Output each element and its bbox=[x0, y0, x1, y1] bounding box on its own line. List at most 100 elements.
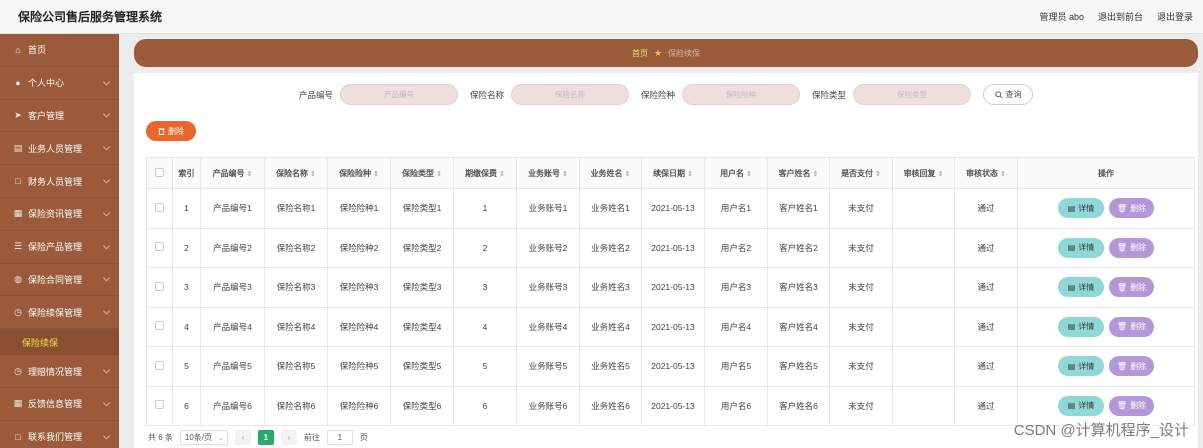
column-header[interactable]: 保险险种 ⇕ bbox=[327, 157, 391, 189]
sidebar-item-items5[interactable]: ▦ 保险资讯管理 bbox=[0, 198, 119, 231]
sort-icon[interactable]: ⇕ bbox=[436, 171, 442, 178]
chevron-down-icon: ⌄ bbox=[218, 434, 224, 442]
sidebar-item-label: 理赔情况管理 bbox=[28, 366, 83, 377]
next-page-button[interactable]: › bbox=[280, 430, 297, 445]
sort-icon[interactable]: ⇕ bbox=[875, 171, 881, 178]
exit-to-front-link[interactable]: 退出到前台 bbox=[1098, 10, 1143, 23]
column-header[interactable]: 客户姓名 ⇕ bbox=[767, 157, 830, 189]
batch-delete-button[interactable]: 删除 bbox=[146, 121, 196, 141]
table-row: 2 产品编号2 保险名称2 保险险种2 保险类型2 2 业务账号2 业务姓名2 2021-05-… bbox=[146, 227, 1195, 268]
sort-icon[interactable]: ⇕ bbox=[625, 171, 631, 178]
sidebar-subitem-renewal[interactable]: 保险续保 bbox=[0, 329, 119, 356]
column-header[interactable]: 续保日期 ⇕ bbox=[641, 157, 705, 189]
trash-icon: 🗑 bbox=[1116, 361, 1128, 371]
column-header[interactable]: 审核状态 ⇕ bbox=[954, 157, 1018, 189]
row-checkbox[interactable] bbox=[155, 360, 164, 370]
row-delete-button[interactable]: 🗑 删除 bbox=[1109, 198, 1154, 219]
user-icon: ● bbox=[15, 77, 21, 88]
prev-page-button[interactable]: ‹ bbox=[234, 430, 251, 445]
detail-button[interactable]: ▤ 详情 bbox=[1058, 316, 1104, 337]
sort-icon[interactable]: ⇕ bbox=[938, 171, 944, 178]
column-header[interactable]: 用户名 ⇕ bbox=[704, 157, 768, 189]
insurance-kind-input[interactable]: 保险险种 bbox=[682, 84, 801, 105]
table-cell: 业务姓名4 bbox=[579, 306, 642, 347]
sidebar-item-items_after1[interactable]: ▦ 反馈信息管理 bbox=[0, 388, 119, 421]
logout-link[interactable]: 退出登录 bbox=[1157, 10, 1193, 23]
row-checkbox[interactable] bbox=[155, 202, 164, 212]
sort-icon[interactable]: ⇕ bbox=[562, 171, 568, 178]
row-checkbox[interactable] bbox=[155, 321, 164, 331]
detail-button[interactable]: ▤ 详情 bbox=[1058, 356, 1104, 377]
goto-page-input[interactable]: 1 bbox=[326, 430, 353, 445]
detail-button[interactable]: ▤ 详情 bbox=[1058, 198, 1104, 219]
insurance-name-input[interactable]: 保险名称 bbox=[511, 84, 629, 105]
chevron-down-icon bbox=[102, 176, 111, 184]
row-checkbox-cell bbox=[146, 188, 173, 229]
row-delete-button[interactable]: 🗑 删除 bbox=[1109, 395, 1154, 416]
document-icon: ▤ bbox=[1067, 243, 1076, 253]
table-cell: 客户姓名2 bbox=[767, 227, 830, 268]
sort-icon[interactable]: ⇕ bbox=[813, 171, 819, 178]
breadcrumb-home[interactable]: 首页 bbox=[632, 48, 648, 59]
sort-icon[interactable]: ⇕ bbox=[247, 171, 253, 178]
search-button[interactable]: 查询 bbox=[983, 84, 1034, 105]
table-cell: 4 bbox=[453, 306, 517, 347]
product-code-input[interactable]: 产品编号 bbox=[339, 84, 458, 105]
column-header bbox=[146, 157, 173, 189]
sidebar-item-items7[interactable]: ◍ 保险合同管理 bbox=[0, 264, 119, 297]
table-header: 索引 产品编号 ⇕ 保险名称 ⇕ 保险险种 ⇕ 保险类型 ⇕ 期缴保费 ⇕ 业务账号 ⇕ 业务姓名 ⇕ 续保日… bbox=[146, 157, 1195, 189]
page-number-current[interactable]: 1 bbox=[257, 430, 274, 445]
chevron-down-icon bbox=[102, 366, 111, 374]
row-checkbox[interactable] bbox=[155, 400, 164, 410]
table-cell: 未支付 bbox=[829, 346, 893, 387]
column-header[interactable]: 审核回复 ⇕ bbox=[892, 157, 955, 189]
current-user: 管理员 abo bbox=[1039, 12, 1084, 22]
table-cell: 保险险种1 bbox=[327, 188, 391, 229]
detail-label: 详情 bbox=[1078, 322, 1095, 332]
table-cell: 5 bbox=[172, 346, 201, 387]
detail-button[interactable]: ▤ 详情 bbox=[1058, 395, 1104, 416]
sidebar-item-items1[interactable]: ● 个人中心 bbox=[0, 67, 119, 100]
table-cell bbox=[892, 188, 955, 229]
column-header-label: 客户姓名 bbox=[778, 168, 811, 178]
table-cell: 客户姓名3 bbox=[767, 267, 830, 308]
column-header[interactable]: 业务账号 ⇕ bbox=[516, 157, 580, 189]
document-icon: ▤ bbox=[1067, 203, 1076, 213]
sort-icon[interactable]: ⇕ bbox=[687, 171, 693, 178]
sidebar-item-items_after0[interactable]: ◷ 理赔情况管理 bbox=[0, 355, 119, 388]
insurance-type-input[interactable]: 保险类型 bbox=[853, 84, 972, 105]
table-cell: 客户姓名4 bbox=[767, 306, 830, 347]
column-header[interactable]: 保险类型 ⇕ bbox=[390, 157, 454, 189]
sort-icon[interactable]: ⇕ bbox=[1000, 171, 1006, 178]
sort-icon[interactable]: ⇕ bbox=[310, 171, 316, 178]
column-header[interactable]: 期缴保费 ⇕ bbox=[453, 157, 517, 189]
detail-button[interactable]: ▤ 详情 bbox=[1058, 237, 1104, 258]
sidebar-item-items6[interactable]: ☰ 保险产品管理 bbox=[0, 231, 119, 264]
row-delete-button[interactable]: 🗑 删除 bbox=[1109, 277, 1154, 298]
sort-icon[interactable]: ⇕ bbox=[746, 171, 752, 178]
sidebar-item-items3[interactable]: ▤ 业务人员管理 bbox=[0, 132, 119, 166]
sidebar-item-items2[interactable]: ➤ 客户管理 bbox=[0, 100, 119, 133]
sidebar-item-items_after2[interactable]: □ 联系我们管理 bbox=[0, 421, 119, 448]
sidebar-item-items8[interactable]: ◷ 保险续保管理 bbox=[0, 296, 119, 330]
sort-icon[interactable]: ⇕ bbox=[373, 171, 379, 178]
table-cell: 业务姓名2 bbox=[579, 227, 642, 268]
table-cell: 2021-05-13 bbox=[641, 306, 705, 347]
row-delete-button[interactable]: 🗑 删除 bbox=[1109, 237, 1154, 258]
column-header[interactable]: 产品编号 ⇕ bbox=[200, 157, 265, 189]
sort-icon[interactable]: ⇕ bbox=[499, 171, 505, 178]
detail-button[interactable]: ▤ 详情 bbox=[1058, 277, 1104, 298]
sidebar-item-items4[interactable]: □ 财务人员管理 bbox=[0, 165, 119, 198]
table-cell: 6 bbox=[172, 385, 201, 426]
page-size-select[interactable]: 10条/页 ⌄ bbox=[179, 430, 228, 445]
row-delete-button[interactable]: 🗑 删除 bbox=[1109, 316, 1154, 337]
sidebar-item-items0[interactable]: ⌂ 首页 bbox=[0, 34, 119, 67]
column-header[interactable]: 保险名称 ⇕ bbox=[264, 157, 328, 189]
row-delete-button[interactable]: 🗑 删除 bbox=[1109, 356, 1154, 377]
row-checkbox[interactable] bbox=[155, 281, 164, 291]
table-cell bbox=[892, 346, 955, 387]
column-header[interactable]: 业务姓名 ⇕ bbox=[579, 157, 642, 189]
column-header[interactable]: 是否支付 ⇕ bbox=[829, 157, 893, 189]
row-checkbox[interactable] bbox=[155, 242, 164, 252]
select-all-checkbox[interactable] bbox=[155, 167, 164, 177]
